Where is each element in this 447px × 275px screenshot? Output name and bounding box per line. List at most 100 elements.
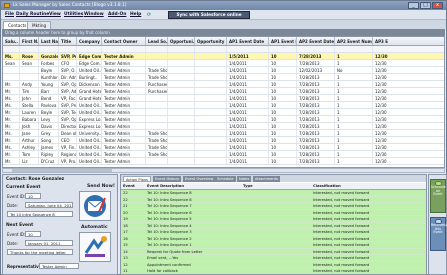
tab-event-overview[interactable]: Event Overview	[183, 176, 216, 182]
reschedule-event-button[interactable]: Reschedule this Event	[430, 217, 447, 251]
column-header[interactable]: AP3 E	[373, 37, 444, 45]
column-header[interactable]: Contact Owner	[102, 37, 146, 45]
column-header[interactable]: Company	[77, 37, 102, 45]
column-header[interactable]: AP2 Event Date	[297, 37, 335, 45]
table-row[interactable]: Ms.JohnBondVP, Fac..Grand Hotel..Tester …	[3, 95, 444, 102]
contact-name: Contact: Rose Gonzalez	[6, 177, 65, 182]
menu-bar: File Daily Routine View Utilities Window…	[1, 10, 446, 20]
filter-row[interactable]	[3, 46, 444, 53]
event-cell: Interested, not moved forward	[313, 230, 370, 234]
table-row[interactable]: Mr.AndyYoungSVP, Op..Dickenson pl..Teste…	[3, 81, 444, 88]
event-column-header[interactable]: Type	[241, 183, 311, 189]
title-bar: Lk Sales Manager by Sales Contacts [Blog…	[1, 1, 446, 10]
next-event-id-field[interactable]: 10	[25, 231, 41, 237]
grid-cell: 7/28/2013	[297, 158, 335, 164]
table-row[interactable]: Mr.TimBarrSVP, Ad..Grand Hotel..Tester A…	[3, 88, 444, 95]
table-row[interactable]: KunthlorDir. Adm..Burlingt..Tester Admin…	[3, 74, 444, 81]
column-header[interactable]: First N..	[20, 37, 39, 45]
grid-cell: Trade Show	[148, 74, 168, 80]
table-row[interactable]: Mr.TomRipleyRegional..United Oil..Tester…	[3, 151, 444, 158]
event-column-header[interactable]: Event	[121, 183, 145, 189]
close-button[interactable]: x	[432, 2, 443, 9]
column-header[interactable]: Lead So..	[146, 37, 168, 45]
tab-action-plans[interactable]: Action Plans	[123, 176, 151, 182]
grid-cell: 12/30	[373, 88, 444, 94]
automatic-button[interactable]	[79, 232, 111, 262]
column-header[interactable]: Title	[59, 37, 77, 45]
column-header[interactable]: Salu..	[3, 37, 20, 45]
grid-cell	[195, 60, 227, 66]
table-row[interactable]: Sean Sean Forbes CFO Edge Com.. Tester Admin 1…	[3, 60, 444, 67]
menu-window[interactable]: Window	[84, 12, 104, 17]
table-row[interactable]: Mr. Liz D'Cruz VP, Pro.. United Oil.. Tester …	[3, 158, 444, 165]
grid-cell: 10	[269, 158, 297, 164]
event-column-header[interactable]: Event Description	[145, 183, 241, 189]
grid-header-row[interactable]: Salu..First N..Last Na..TitleCompanyCont…	[3, 37, 444, 46]
grid-cell: 12/30	[373, 151, 444, 157]
menu-view[interactable]: View	[49, 12, 61, 17]
event-cell: Tel 10: Intro Sequence 8	[147, 191, 192, 195]
sync-button[interactable]: Sync with Salesforce online	[168, 11, 250, 19]
grid-cell: 1	[335, 109, 373, 115]
menu-file[interactable]: File	[5, 12, 14, 17]
column-header[interactable]: AP1 Event N..	[269, 37, 297, 45]
table-row[interactable]: Ms.RoseGonzalezSVP, Pr..Edge Com..Tester…	[3, 53, 444, 60]
menu-add-on[interactable]: Add-On	[108, 12, 126, 17]
tab-notes[interactable]: Notes	[237, 176, 252, 182]
grid-cell: Tester Admin	[102, 151, 146, 157]
event-cell	[241, 229, 311, 235]
table-row[interactable]: Mr.BabaraLevySVP, Op..Express Lo..Tester…	[3, 116, 444, 123]
table-row[interactable]: Ms.JaneGreyDean of..University..Tester A…	[3, 130, 444, 137]
maximize-button[interactable]: □	[420, 2, 431, 9]
table-row[interactable]: Boyle SVP, O.. United Oil.. Tester Admin Tra…	[3, 67, 444, 74]
event-row[interactable]: 11 Hold for callback Interested, not moved…	[121, 268, 426, 274]
next-date-field[interactable]: January 01, 2011	[25, 240, 73, 246]
grid-cell: Trade Show	[148, 151, 168, 157]
column-header[interactable]: AP2 Event Number	[335, 37, 373, 45]
table-row[interactable]: Ms.StellaPavlovaSVP, Pro..United Oil..Te…	[3, 102, 444, 109]
table-row[interactable]: Mr.LaurenBoyleSVP, Tec..United Oil..Test…	[3, 109, 444, 116]
scrollbar-thumb[interactable]	[12, 169, 112, 172]
grid-cell	[195, 53, 227, 59]
table-row[interactable]: Mr.JoshDavisDirector..Express Lo..Tester…	[3, 123, 444, 130]
column-header[interactable]: Last Na..	[39, 37, 59, 45]
grid-cell: Andy	[20, 81, 39, 87]
next-event-field[interactable]: Thanks for the meeting letter	[7, 249, 73, 255]
grid-cell: 1	[335, 53, 373, 59]
grid-cell: 10	[269, 144, 297, 150]
grid-cell: Ms.	[3, 53, 20, 59]
event-column-header[interactable]: Classification	[311, 183, 426, 189]
date-field[interactable]: Saturday, June 04, 2011	[25, 202, 73, 208]
grid-cell	[168, 151, 195, 157]
group-by-panel[interactable]: Drag a column header here to group by th…	[2, 29, 445, 36]
event-cell: Tel 10: Intro Sequence 7	[147, 204, 192, 208]
tab-mkting[interactable]: Mkting	[27, 21, 52, 29]
column-header[interactable]: AP1 Event Date	[227, 37, 269, 45]
current-event-field[interactable]: Tel 10 Intro Sequence 8	[7, 211, 73, 217]
event-cell: Interested, not moved forward	[313, 210, 370, 215]
grid-cell: United Oil..	[79, 144, 102, 150]
grid-cell: Tim	[20, 88, 39, 94]
grid-cell: VP, Fac..	[61, 95, 77, 101]
representative-field[interactable]: Tester Admin	[39, 263, 79, 269]
tab-attachments[interactable]: Attachments	[253, 176, 280, 182]
minimize-button[interactable]: _	[408, 2, 419, 9]
grid-cell: 12/30	[373, 53, 444, 59]
column-header[interactable]: Opportunity ..	[195, 37, 227, 45]
tab-event-history[interactable]: Event History	[153, 176, 182, 182]
menu-help[interactable]: Help	[130, 12, 141, 17]
column-header[interactable]: Opportuni..	[168, 37, 195, 45]
menu-utilities[interactable]: Utilities	[64, 12, 83, 17]
menu-daily-routine[interactable]: Daily Routine	[16, 12, 49, 17]
table-row[interactable]: Ms. Ashley James VP, Fin.. United Oil.. Teste…	[3, 144, 444, 151]
grid-horizontal-scrollbar[interactable]	[2, 168, 445, 173]
grid-cell: United Oil..	[79, 67, 102, 73]
grid-cell	[59, 46, 77, 52]
schedule-event-button[interactable]: Schedule an Event	[430, 179, 446, 213]
table-row[interactable]: Mr. Arthur Song CEO United Oil.. Tester Admin…	[3, 137, 444, 144]
tab-schedule[interactable]: Schedule	[215, 176, 236, 182]
send-now-button[interactable]	[79, 191, 111, 221]
event-id-field[interactable]: 10	[25, 193, 41, 199]
grid-cell	[168, 130, 195, 136]
events-header-row[interactable]: Event Event Description Type Classification	[121, 183, 426, 190]
